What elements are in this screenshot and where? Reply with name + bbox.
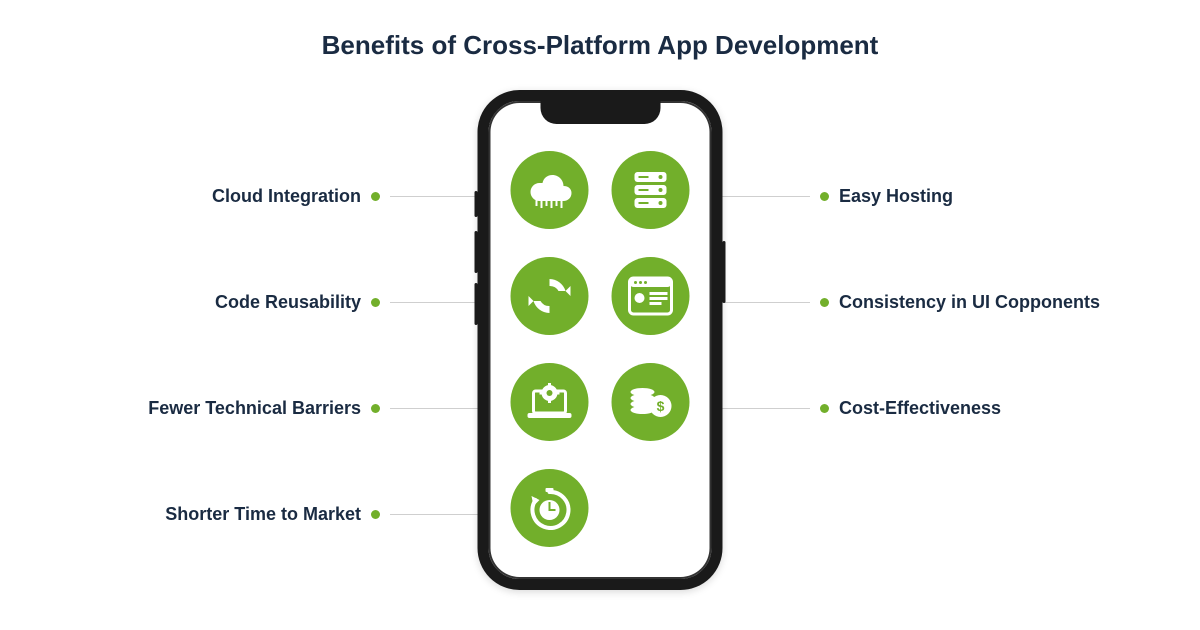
benefit-text: Shorter Time to Market	[165, 504, 361, 525]
benefit-icon-dashboard	[612, 257, 690, 335]
benefit-label: Easy Hosting	[820, 186, 953, 207]
benefit-icon-server	[612, 151, 690, 229]
coins-icon: $	[627, 382, 675, 422]
benefit-text: Easy Hosting	[839, 186, 953, 207]
phone-button	[475, 191, 478, 217]
benefit-text: Cost-Effectiveness	[839, 398, 1001, 419]
phone-mockup: $	[478, 90, 723, 590]
cloud-icon	[526, 170, 574, 210]
benefit-text: Consistency in UI Copponents	[839, 292, 1100, 313]
label-dot	[371, 510, 380, 519]
benefit-label: Code Reusability	[215, 292, 380, 313]
benefit-label: Fewer Technical Barriers	[148, 398, 380, 419]
timer-icon	[528, 486, 572, 530]
benefit-icon-coins: $	[612, 363, 690, 441]
label-dot	[820, 298, 829, 307]
benefit-icon-gear-laptop	[511, 363, 589, 441]
benefit-label: Cloud Integration	[212, 186, 380, 207]
label-dot	[371, 298, 380, 307]
benefit-icon-recycle	[511, 257, 589, 335]
label-dot	[371, 192, 380, 201]
dashboard-icon	[628, 276, 674, 316]
benefit-label: Consistency in UI Copponents	[820, 292, 1100, 313]
phone-button	[475, 231, 478, 273]
phone-button	[475, 283, 478, 325]
icon-grid: $	[489, 151, 712, 547]
phone-button	[723, 241, 726, 303]
benefit-text: Code Reusability	[215, 292, 361, 313]
label-dot	[820, 192, 829, 201]
benefit-label: Cost-Effectiveness	[820, 398, 1001, 419]
benefit-icon-cloud	[511, 151, 589, 229]
gear-laptop-icon	[526, 381, 574, 423]
benefit-text: Fewer Technical Barriers	[148, 398, 361, 419]
benefit-icon-timer	[511, 469, 589, 547]
benefit-text: Cloud Integration	[212, 186, 361, 207]
label-dot	[371, 404, 380, 413]
label-dot	[820, 404, 829, 413]
page-title: Benefits of Cross-Platform App Developme…	[0, 0, 1200, 61]
server-icon	[629, 168, 673, 212]
svg-text:$: $	[657, 398, 665, 414]
recycle-icon	[527, 273, 573, 319]
benefit-label: Shorter Time to Market	[165, 504, 380, 525]
phone-notch	[540, 100, 660, 124]
